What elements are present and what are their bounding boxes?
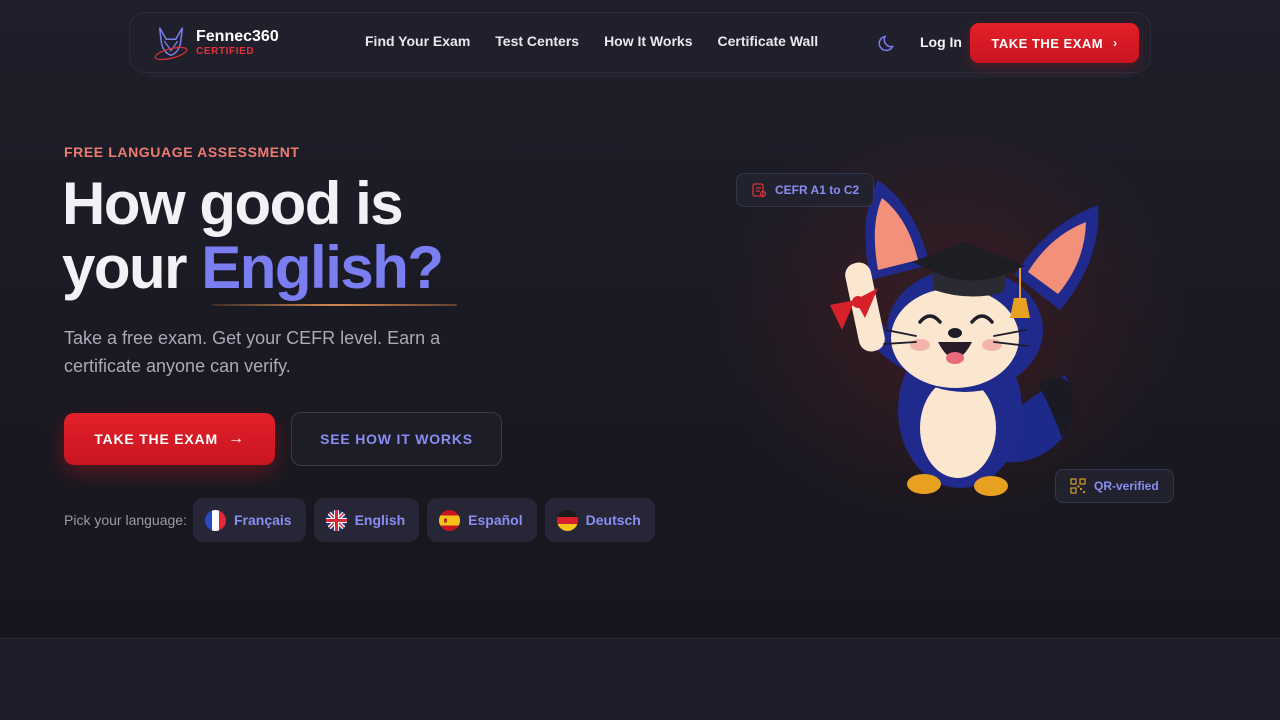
top-navbar: Fennec360 CERTIFIED Find Your Exam Test … — [129, 12, 1151, 73]
brand-name: Fennec360 — [196, 28, 279, 45]
take-exam-label: TAKE THE EXAM — [94, 431, 218, 447]
fennec-mascot-illustration — [830, 180, 1099, 496]
uk-flag-icon — [325, 509, 347, 531]
nav-cta-label: TAKE THE EXAM — [991, 35, 1104, 51]
nav-link-certificate-wall[interactable]: Certificate Wall — [717, 33, 818, 49]
headline-underline — [212, 304, 457, 306]
language-label-german: Deutsch — [585, 512, 641, 528]
login-link[interactable]: Log In — [920, 34, 962, 50]
language-label-french: Français — [234, 512, 292, 528]
brand-subtitle: CERTIFIED — [196, 46, 255, 57]
headline-line1: How good is — [62, 170, 404, 237]
language-option-english[interactable]: English — [313, 498, 420, 542]
arrow-right-icon: → — [227, 430, 245, 447]
eyebrow-label: FREE LANGUAGE ASSESSMENT — [64, 144, 300, 160]
certificate-icon — [752, 183, 767, 198]
de-flag-icon — [556, 509, 578, 531]
nav-take-exam-button[interactable]: TAKE THE EXAM › — [970, 23, 1139, 63]
language-picker: Français English Español Deutsch — [193, 498, 663, 542]
nav-link-find-exam[interactable]: Find Your Exam — [365, 33, 470, 49]
language-picker-label: Pick your language: — [64, 512, 187, 528]
qr-code-icon — [1070, 478, 1086, 494]
language-label-spanish: Español — [468, 512, 523, 528]
language-option-spanish[interactable]: Español — [427, 498, 537, 542]
page-title: How good is your English? — [62, 170, 444, 301]
language-option-german[interactable]: Deutsch — [544, 498, 655, 542]
cefr-badge-label: CEFR A1 to C2 — [775, 183, 860, 197]
qr-badge: QR-verified — [1055, 469, 1174, 503]
nav-link-how-it-works[interactable]: How It Works — [604, 33, 692, 49]
next-section-band — [0, 638, 1280, 720]
moon-icon[interactable] — [878, 33, 898, 53]
language-option-french[interactable]: Français — [193, 498, 306, 542]
qr-badge-label: QR-verified — [1094, 479, 1159, 493]
fennec-logo-icon — [154, 27, 188, 61]
brand[interactable]: Fennec360 CERTIFIED — [152, 24, 279, 62]
nav-link-test-centers[interactable]: Test Centers — [495, 33, 579, 49]
nav-links: Find Your Exam Test Centers How It Works… — [365, 33, 843, 49]
es-flag-icon — [439, 509, 461, 531]
see-how-label: SEE HOW IT WORKS — [320, 431, 473, 447]
fr-flag-icon — [205, 509, 226, 531]
hero-subtext: Take a free exam. Get your CEFR level. E… — [64, 328, 441, 376]
see-how-it-works-button[interactable]: SEE HOW IT WORKS — [291, 412, 502, 466]
take-exam-button[interactable]: TAKE THE EXAM → — [64, 413, 275, 465]
headline-accent: English? — [201, 234, 444, 301]
headline-line2-prefix: your — [62, 234, 202, 301]
chevron-right-icon: › — [1113, 36, 1118, 50]
language-label-english: English — [354, 512, 406, 528]
cefr-badge: CEFR A1 to C2 — [736, 173, 875, 207]
